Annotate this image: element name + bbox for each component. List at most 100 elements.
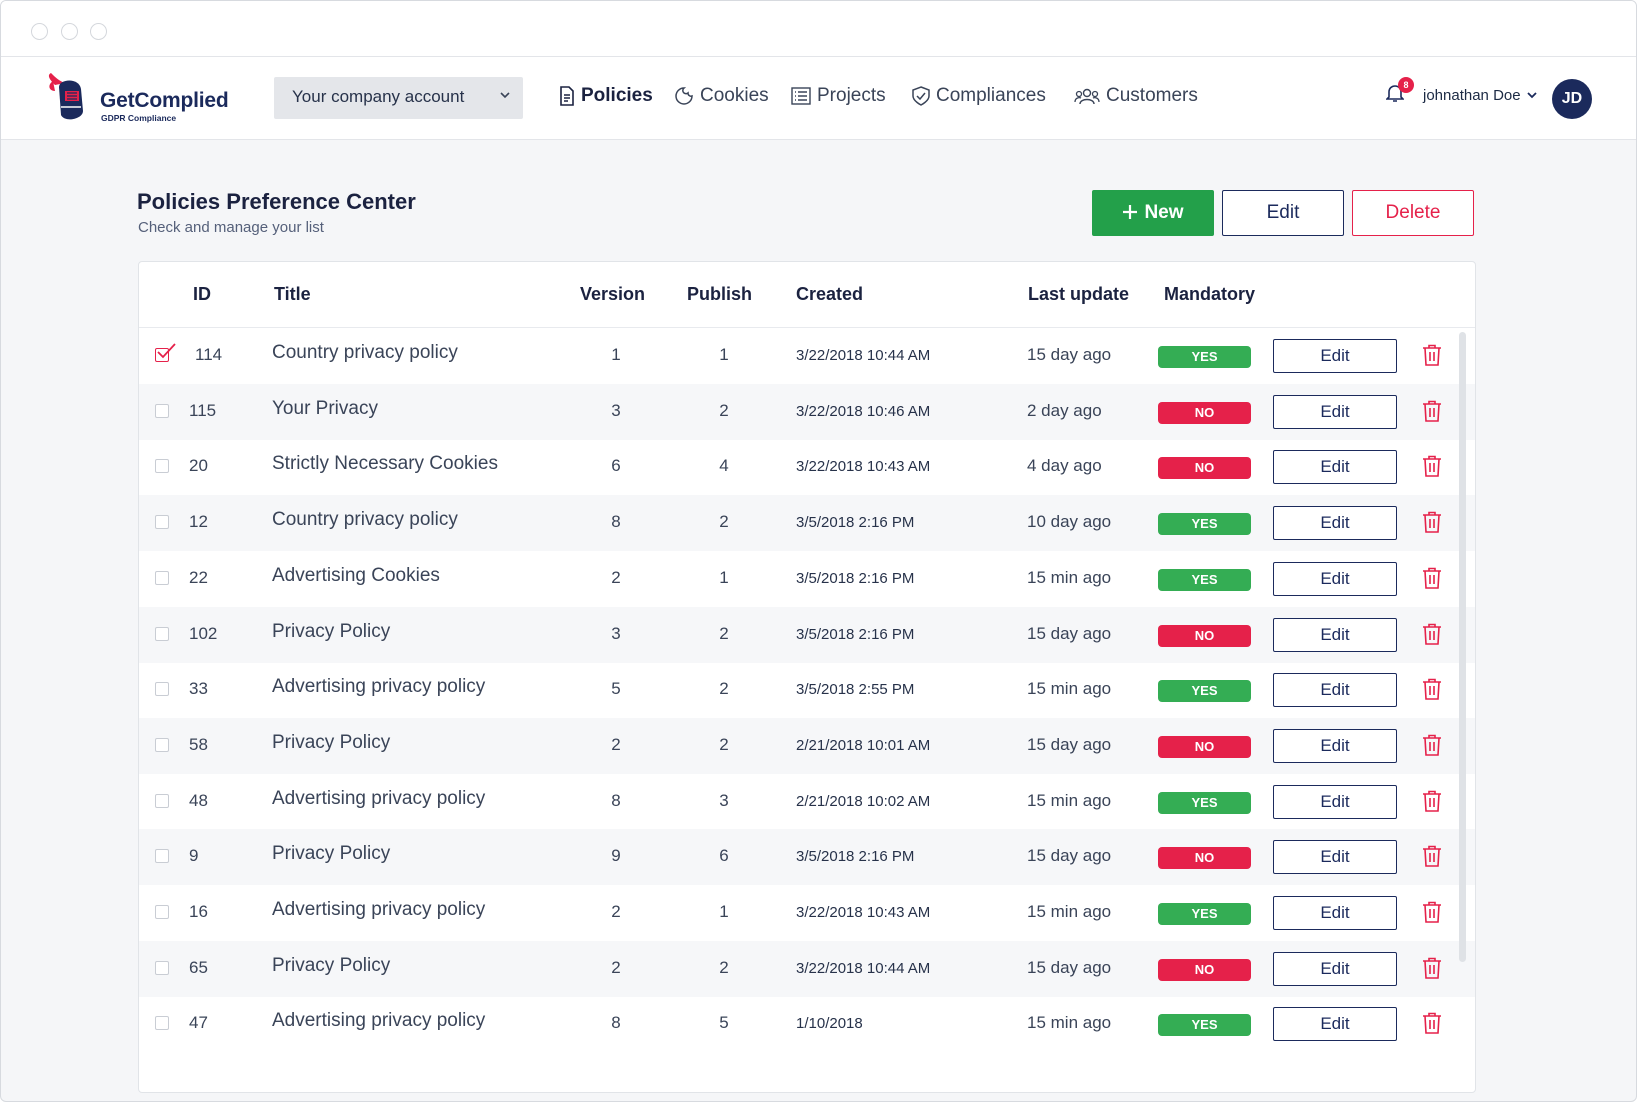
mandatory-badge: NO [1158,847,1251,870]
brand-logo[interactable]: GetComplied GDPR Compliance [45,71,255,127]
chevron-down-icon[interactable] [1526,90,1538,100]
cell-version: 8 [611,1013,621,1033]
cell-publish: 3 [719,790,729,810]
cell-id: 47 [189,1013,208,1033]
table-row[interactable]: 102 Privacy Policy 3 2 3/5/2018 2:16 PM 15 da… [139,606,1475,663]
column-header-created[interactable]: Created [796,284,863,305]
row-edit-button[interactable]: Edit [1273,673,1397,708]
column-header-publish[interactable]: Publish [687,284,752,305]
row-edit-button[interactable]: Edit [1273,728,1397,763]
row-checkbox[interactable] [155,793,169,808]
nav-label: Cookies [700,85,769,106]
scrollbar[interactable] [1459,332,1466,962]
nav-customers[interactable]: Customers [1074,85,1198,107]
row-edit-button[interactable]: Edit [1273,450,1397,485]
row-checkbox[interactable] [155,737,169,752]
table-row[interactable]: 115 Your Privacy 3 2 3/22/2018 10:46 AM 2 day… [139,383,1475,440]
trash-icon[interactable] [1422,957,1442,979]
trash-icon[interactable] [1422,790,1442,812]
cell-created: 2/21/2018 10:02 AM [796,792,931,810]
row-edit-button[interactable]: Edit [1273,339,1397,373]
cell-title: Advertising privacy policy [272,787,486,809]
cell-title: Privacy Policy [272,731,391,753]
window-close-dot[interactable] [31,23,48,40]
row-edit-button[interactable]: Edit [1273,840,1397,875]
trash-icon[interactable] [1422,400,1442,422]
cell-publish: 1 [719,902,729,921]
nav-projects[interactable]: Projects [791,85,886,107]
table-row[interactable]: 12 Country privacy policy 8 2 3/5/2018 2:16 … [139,495,1475,552]
row-checkbox[interactable] [155,570,169,585]
cell-id: 102 [189,623,218,643]
trash-icon[interactable] [1422,678,1442,700]
cell-publish: 2 [719,734,729,754]
cell-last-update: 15 day ago [1027,734,1112,754]
trash-icon[interactable] [1422,1012,1442,1035]
trash-icon[interactable] [1422,845,1442,868]
column-header-title[interactable]: Title [274,284,311,305]
brand-tagline: GDPR Compliance [101,113,177,123]
row-checkbox[interactable] [155,343,176,362]
column-header-last-update[interactable]: Last update [1028,284,1129,305]
cell-created: 3/5/2018 2:16 PM [796,625,915,643]
cell-version: 9 [611,846,621,866]
trash-icon[interactable] [1422,511,1442,533]
edit-button[interactable]: Edit [1222,190,1344,236]
row-edit-button[interactable]: Edit [1273,896,1397,930]
nav-cookies[interactable]: Cookies [674,85,769,107]
cell-id: 20 [189,456,208,476]
row-edit-button[interactable]: Edit [1273,506,1397,541]
cell-last-update: 15 min ago [1027,679,1112,699]
row-edit-button[interactable]: Edit [1273,1007,1397,1042]
row-edit-button[interactable]: Edit [1273,784,1397,819]
table-row[interactable]: 20 Strictly Necessary Cookies 6 4 3/22/2018 … [139,439,1475,495]
window-maximize-dot[interactable] [90,23,107,40]
cell-created: 3/22/2018 10:43 AM [796,458,931,476]
trash-icon[interactable] [1422,901,1442,923]
row-checkbox[interactable] [155,459,169,474]
trash-icon[interactable] [1422,455,1442,478]
account-selector[interactable]: Your company account [274,77,523,119]
row-checkbox[interactable] [155,905,169,919]
trash-icon[interactable] [1422,734,1442,756]
row-checkbox[interactable] [155,960,169,975]
row-checkbox[interactable] [155,626,169,641]
row-checkbox[interactable] [155,403,169,418]
cell-version: 3 [611,400,621,420]
row-checkbox[interactable] [155,682,169,697]
row-checkbox[interactable] [155,849,169,864]
column-header-version[interactable]: Version [580,284,645,305]
row-edit-button[interactable]: Edit [1273,951,1397,986]
table-row[interactable]: 48 Advertising privacy policy 8 3 2/21/2018 … [139,774,1475,830]
column-header-id[interactable]: ID [193,284,211,305]
trash-icon[interactable] [1422,567,1442,589]
table-row[interactable]: 47 Advertising privacy policy 8 5 1/10/2018 1… [139,996,1475,1052]
table-row[interactable]: 58 Privacy Policy 2 2 2/21/2018 10:01 AM 15 d… [139,717,1475,774]
window-minimize-dot[interactable] [61,23,78,40]
table-row[interactable]: 33 Advertising privacy policy 5 2 3/5/2018 2… [139,662,1475,718]
mandatory-badge: YES [1158,346,1251,368]
table-row[interactable]: 9 Privacy Policy 9 6 3/5/2018 2:16 PM 15 day … [139,829,1475,886]
row-edit-button[interactable]: Edit [1273,394,1397,429]
column-header-mandatory[interactable]: Mandatory [1164,284,1255,305]
user-menu[interactable]: johnathan Doe [1423,87,1521,104]
delete-button[interactable]: Delete [1352,190,1474,236]
row-checkbox[interactable] [155,515,169,530]
trash-icon[interactable] [1422,344,1442,366]
avatar[interactable]: JD [1552,79,1592,119]
cell-version: 8 [611,512,621,532]
cell-id: 65 [189,957,208,977]
trash-icon[interactable] [1422,623,1442,645]
table-row[interactable]: 65 Privacy Policy 2 2 3/22/2018 10:44 AM 15 d… [139,940,1475,997]
nav-policies[interactable]: Policies [559,85,653,107]
table-row[interactable]: 114 Country privacy policy 1 1 3/22/2018 10:… [139,328,1475,384]
nav-compliances[interactable]: Compliances [912,85,1046,107]
table-row[interactable]: 22 Advertising Cookies 2 1 3/5/2018 2:16 PM 1… [139,551,1475,607]
row-edit-button[interactable]: Edit [1273,617,1397,652]
cell-last-update: 10 day ago [1027,512,1112,532]
row-edit-button[interactable]: Edit [1273,561,1397,596]
new-button[interactable]: New [1092,190,1214,236]
cell-version: 8 [611,790,621,810]
table-row[interactable]: 16 Advertising privacy policy 2 1 3/22/2018 … [139,885,1475,941]
row-checkbox[interactable] [155,1016,169,1031]
